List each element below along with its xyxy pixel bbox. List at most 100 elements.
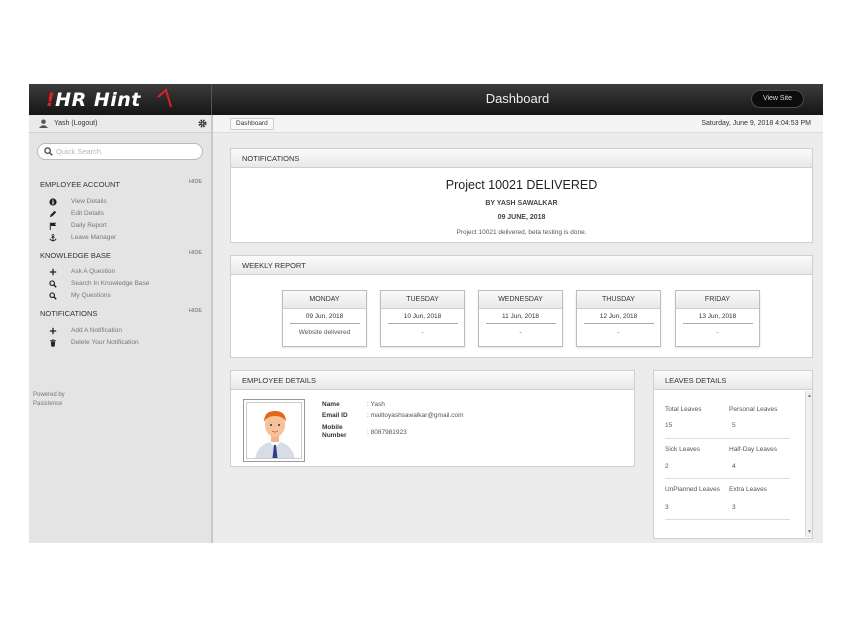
day-note: - — [716, 329, 719, 336]
day-date: 12 Jun, 2018 — [599, 313, 638, 320]
search-box — [37, 143, 203, 160]
hide-toggle[interactable]: HIDE — [189, 250, 202, 256]
current-datetime: Saturday, June 9, 2018 4:04:53 PM — [701, 120, 811, 127]
sidebar: Yash (Logout) EMPLOYEE ACCOUNT HIDE View… — [29, 115, 213, 543]
day-name: WEDNESDAY — [479, 291, 562, 309]
notification-message: Project 10021 delivered, beta testing is… — [456, 229, 587, 236]
notification-author: BY YASH SAWALKAR — [485, 200, 558, 207]
search-icon — [49, 292, 57, 300]
email-value[interactable]: : mailtoyashsawalkar@gmail.com — [367, 412, 464, 419]
weekly-report-panel: WEEKLY REPORT MONDAY 09 Jun, 2018 Websit… — [230, 255, 813, 358]
sidebar-item-label: My Questions — [71, 292, 111, 299]
hide-toggle[interactable]: HIDE — [189, 179, 202, 185]
scroll-down-icon[interactable]: ▼ — [807, 529, 812, 535]
quick-search-input[interactable] — [56, 146, 196, 157]
sidebar-item-label: Ask A Question — [71, 268, 116, 275]
day-name: TUESDAY — [381, 291, 464, 309]
leave-value: 5 — [732, 422, 736, 429]
day-note: - — [617, 329, 620, 336]
day-note: - — [421, 329, 424, 336]
divider — [665, 519, 790, 520]
notifications-header: NOTIFICATIONS HIDE — [40, 308, 202, 321]
sidebar-item-label: Edit Details — [71, 210, 104, 217]
info-icon — [49, 198, 57, 206]
notification-headline: Project 10021 DELIVERED — [445, 178, 598, 192]
day-card-tuesday: TUESDAY 10 Jun, 2018 - — [380, 290, 465, 347]
leave-label: Personal Leaves — [729, 406, 778, 413]
sidebar-item-label: Add A Notification — [71, 327, 122, 334]
app-window: !HR Hint Dashboard View Site Yash (Logou… — [29, 84, 823, 543]
panel-title: WEEKLY REPORT — [231, 256, 812, 275]
powered-by-name[interactable]: Pasistence — [33, 400, 65, 409]
employee-avatar — [243, 399, 305, 462]
logo-text: !HR Hint — [46, 89, 141, 111]
scroll-up-icon[interactable]: ▲ — [807, 393, 812, 399]
plus-icon — [49, 327, 57, 335]
employee-account-header: EMPLOYEE ACCOUNT HIDE — [40, 179, 202, 192]
section-title: KNOWLEDGE BASE — [40, 251, 111, 260]
day-date: 10 Jun, 2018 — [403, 313, 442, 320]
sidebar-item-label: Daily Report — [71, 222, 107, 229]
plus-icon — [49, 268, 57, 276]
panel-title: EMPLOYEE DETAILS — [231, 371, 634, 390]
leave-value: 15 — [665, 422, 673, 429]
panel-title: LEAVES DETAILS — [654, 371, 812, 390]
divider — [289, 323, 360, 324]
powered-by-label: Powered by — [33, 392, 65, 398]
leave-value: 2 — [665, 463, 669, 470]
section-title: NOTIFICATIONS — [40, 309, 98, 318]
day-name: THUSDAY — [577, 291, 660, 309]
notification-date: 09 JUNE, 2018 — [497, 214, 546, 221]
sidebar-item-label: View Details — [71, 198, 107, 205]
divider — [583, 323, 654, 324]
day-date: 09 Jun, 2018 — [305, 313, 344, 320]
gear-icon[interactable] — [198, 119, 207, 128]
avatar-illustration — [247, 403, 301, 458]
logo-roof-icon — [157, 88, 172, 108]
flag-icon — [49, 222, 57, 230]
user-icon — [39, 119, 48, 128]
panel-title: NOTIFICATIONS — [231, 149, 812, 168]
search-icon — [49, 280, 57, 288]
breadcrumb-bar: Dashboard Saturday, June 9, 2018 4:04:53… — [213, 115, 823, 133]
mobile-label: Mobile Number — [322, 424, 347, 439]
divider — [665, 438, 790, 439]
anchor-icon — [49, 234, 57, 242]
leave-label: Extra Leaves — [729, 486, 767, 493]
leave-value: 3 — [732, 504, 736, 511]
leave-label: Sick Leaves — [665, 446, 701, 453]
page-title: Dashboard — [485, 91, 550, 106]
employee-details-panel: EMPLOYEE DETAILS Name : Yash Email ID: … — [230, 370, 635, 467]
knowledge-base-header: KNOWLEDGE BASE HIDE — [40, 250, 202, 263]
day-name: MONDAY — [283, 291, 366, 309]
day-name: FRIDAY — [676, 291, 759, 309]
day-card-friday: FRIDAY 13 Jun, 2018 - — [675, 290, 760, 347]
day-date: 11 Jun, 2018 — [501, 313, 540, 320]
day-card-monday: MONDAY 09 Jun, 2018 Website delivered — [282, 290, 367, 347]
leave-label: Half-Day Leaves — [729, 446, 778, 453]
day-note: Website delivered — [298, 329, 351, 336]
leave-value: 4 — [732, 463, 736, 470]
leave-label: Total Leaves — [665, 406, 702, 413]
divider — [387, 323, 458, 324]
day-card-wednesday: WEDNESDAY 11 Jun, 2018 - — [478, 290, 563, 347]
notifications-panel: NOTIFICATIONS Project 10021 DELIVERED BY… — [230, 148, 813, 243]
logout-link[interactable]: Yash (Logout) — [54, 120, 97, 127]
scrollbar[interactable]: ▲ ▼ — [805, 391, 812, 537]
logo[interactable]: !HR Hint — [29, 84, 212, 115]
sidebar-item-label: Search In Knowledge Base — [71, 280, 150, 287]
pencil-icon — [49, 210, 57, 218]
name-label: Name — [322, 401, 340, 408]
divider — [682, 323, 753, 324]
hide-toggle[interactable]: HIDE — [189, 308, 202, 314]
day-note: - — [519, 329, 522, 336]
divider — [485, 323, 556, 324]
top-bar: !HR Hint Dashboard View Site — [29, 84, 823, 115]
view-site-button[interactable]: View Site — [750, 90, 804, 108]
section-title: EMPLOYEE ACCOUNT — [40, 180, 121, 189]
search-icon — [44, 147, 53, 156]
divider — [665, 478, 790, 479]
day-card-thursday: THUSDAY 12 Jun, 2018 - — [576, 290, 661, 347]
day-date: 13 Jun, 2018 — [698, 313, 737, 320]
breadcrumb[interactable]: Dashboard — [230, 118, 274, 130]
